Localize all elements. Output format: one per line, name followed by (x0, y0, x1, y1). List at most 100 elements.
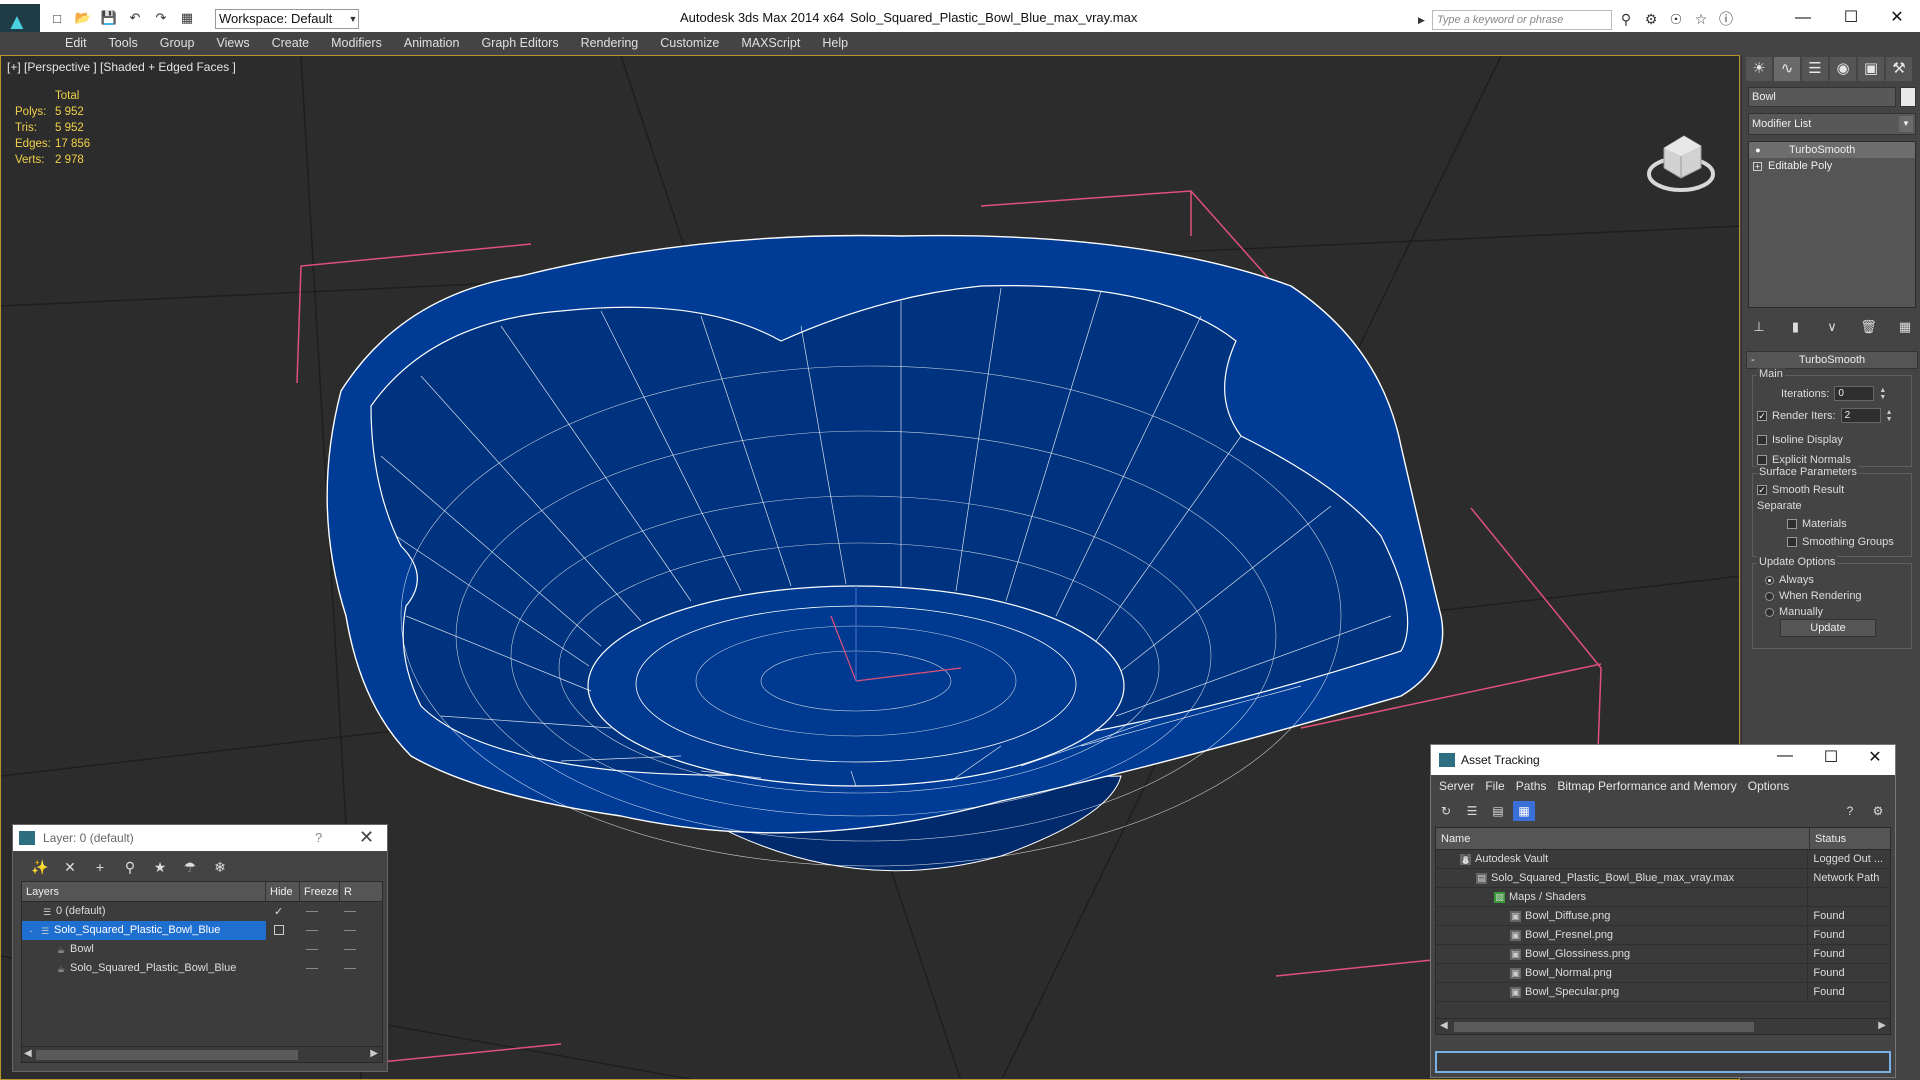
project-folder-icon[interactable]: ▦ (176, 8, 198, 28)
render-iters-checkbox[interactable]: ✓ (1757, 410, 1767, 421)
asset-row[interactable]: ▣ Bowl_Specular.png Found (1436, 983, 1890, 1002)
scroll-left-icon[interactable]: ◀ (24, 1048, 32, 1059)
asset-row[interactable]: ⛄ Autodesk Vault Logged Out ... (1436, 850, 1890, 869)
asset-row[interactable]: ▣ Bowl_Diffuse.png Found (1436, 907, 1890, 926)
asset-row[interactable]: ▣ Bowl_Glossiness.png Found (1436, 945, 1890, 964)
menu-customize[interactable]: Customize (650, 32, 731, 54)
hide-all-icon[interactable]: ☂ (179, 857, 201, 877)
help-icon[interactable]: ? (1839, 801, 1861, 821)
stack-item-turbosmooth[interactable]: ● TurboSmooth (1749, 142, 1915, 158)
layer-row[interactable]: ☕ Bowl (22, 940, 382, 959)
expand-plus-icon[interactable]: + (1753, 161, 1762, 171)
asset-menu-bitmap[interactable]: Bitmap Performance and Memory (1553, 775, 1743, 797)
column-header-name[interactable]: Name (1436, 828, 1810, 849)
layer-name-cell[interactable]: - ☰ Solo_Squared_Plastic_Bowl_Blue (22, 921, 266, 940)
minimize-button[interactable]: — (1780, 4, 1826, 32)
scrollbar-thumb[interactable] (1454, 1022, 1754, 1032)
menu-tools[interactable]: Tools (99, 32, 150, 54)
scroll-left-icon[interactable]: ◀ (1440, 1020, 1448, 1031)
layer-row[interactable]: - ☰ Solo_Squared_Plastic_Bowl_Blue (22, 921, 382, 940)
asset-menu-server[interactable]: Server (1435, 775, 1481, 797)
close-button[interactable]: ✕ (1874, 4, 1920, 32)
menu-animation[interactable]: Animation (394, 32, 472, 54)
always-radio[interactable] (1765, 575, 1774, 585)
modifier-list-select[interactable]: Modifier List ▼ (1748, 113, 1916, 135)
communication-icon[interactable]: ☉ (1666, 9, 1686, 29)
menu-maxscript[interactable]: MAXScript (731, 32, 812, 54)
viewcube-icon[interactable] (1647, 135, 1715, 192)
spinner-arrows-icon[interactable]: ▲ ▼ (1886, 409, 1894, 423)
materials-checkbox[interactable] (1787, 519, 1797, 529)
freeze-all-icon[interactable]: ❄ (209, 857, 231, 877)
collapse-minus-icon[interactable]: - (26, 926, 36, 936)
collapse-minus-icon[interactable]: - (1751, 352, 1755, 368)
column-header-freeze[interactable]: Freeze (300, 882, 340, 901)
menu-group[interactable]: Group (150, 32, 207, 54)
column-header-hide[interactable]: Hide (266, 882, 300, 901)
maximize-button[interactable]: ☐ (1811, 747, 1851, 767)
favorites-star-icon[interactable]: ☆ (1691, 9, 1711, 29)
asset-name-cell[interactable]: ▤ Solo_Squared_Plastic_Bowl_Blue_max_vray… (1436, 869, 1809, 887)
subscription-icon[interactable]: ⚙ (1641, 9, 1661, 29)
save-file-icon[interactable]: 💾 (98, 8, 120, 28)
help-icon[interactable]: ⓘ (1716, 9, 1736, 29)
hide-toggle[interactable] (306, 949, 318, 950)
asset-row[interactable]: ▣ Bowl_Fresnel.png Found (1436, 926, 1890, 945)
workspace-select[interactable]: Workspace: Default (215, 9, 359, 29)
scroll-right-icon[interactable]: ▶ (370, 1048, 378, 1059)
close-button[interactable]: ✕ (359, 827, 374, 848)
asset-path-field[interactable] (1435, 1051, 1891, 1073)
table-view-icon[interactable]: ▦ (1513, 801, 1535, 821)
manually-radio[interactable] (1765, 607, 1774, 617)
redo-icon[interactable]: ↷ (150, 8, 172, 28)
asset-row[interactable]: ▧ Maps / Shaders (1436, 888, 1890, 907)
explicit-normals-checkbox[interactable] (1757, 455, 1767, 465)
display-tab-icon[interactable]: ▣ (1858, 57, 1884, 81)
when-rendering-radio[interactable] (1765, 591, 1774, 601)
asset-name-cell[interactable]: ⛄ Autodesk Vault (1436, 850, 1809, 868)
asset-name-cell[interactable]: ▣ Bowl_Glossiness.png (1436, 945, 1809, 963)
current-layer-check-icon[interactable]: ✓ (274, 905, 283, 918)
column-header-layers[interactable]: Layers (22, 882, 266, 901)
object-name-field[interactable]: Bowl (1748, 87, 1896, 107)
configure-sets-icon[interactable]: ▦ (1894, 317, 1916, 337)
new-file-icon[interactable]: □ (46, 8, 68, 28)
horizontal-scrollbar[interactable]: ◀ ▶ (22, 1046, 382, 1062)
menu-graph-editors[interactable]: Graph Editors (471, 32, 570, 54)
smooth-result-checkbox[interactable]: ✓ (1757, 485, 1767, 495)
object-color-swatch[interactable] (1900, 87, 1916, 107)
select-in-layer-icon[interactable]: ⚲ (119, 857, 141, 877)
chevron-down-icon[interactable]: ▼ (1899, 116, 1913, 132)
scrollbar-thumb[interactable] (36, 1050, 298, 1060)
close-button[interactable]: ✕ (1855, 747, 1895, 767)
remove-modifier-icon[interactable]: 🗑 (1858, 317, 1880, 337)
layer-dialog-titlebar[interactable]: Layer: 0 (default) ? ✕ (13, 825, 387, 851)
stack-item-editable-poly[interactable]: + Editable Poly (1749, 158, 1915, 174)
menu-help[interactable]: Help (812, 32, 860, 54)
help-button[interactable]: ? (315, 830, 322, 845)
utilities-tab-icon[interactable]: ⚒ (1886, 57, 1912, 81)
lightbulb-icon[interactable]: ● (1753, 145, 1763, 155)
hide-toggle[interactable] (306, 911, 318, 912)
freeze-toggle[interactable] (344, 911, 356, 912)
asset-name-cell[interactable]: ▣ Bowl_Normal.png (1436, 964, 1809, 982)
maximize-button[interactable]: ☐ (1828, 4, 1874, 32)
freeze-toggle[interactable] (344, 930, 356, 931)
hierarchy-tab-icon[interactable]: ☰ (1802, 57, 1828, 81)
add-to-layer-icon[interactable]: + (89, 857, 111, 877)
new-layer-icon[interactable]: ✨ (29, 857, 51, 877)
layer-name-cell[interactable]: ☕ Solo_Squared_Plastic_Bowl_Blue (22, 959, 266, 978)
modify-tab-icon[interactable]: ∿ (1774, 57, 1800, 81)
spinner-arrows-icon[interactable]: ▲ ▼ (1879, 387, 1887, 401)
search-input[interactable]: Type a keyword or phrase (1432, 10, 1612, 30)
viewport-label[interactable]: [+] [Perspective ] [Shaded + Edged Faces… (7, 60, 236, 74)
asset-menu-paths[interactable]: Paths (1512, 775, 1554, 797)
menu-views[interactable]: Views (206, 32, 261, 54)
refresh-icon[interactable]: ↻ (1435, 801, 1457, 821)
binoculars-icon[interactable]: ⚲ (1616, 9, 1636, 29)
hide-toggle[interactable] (306, 968, 318, 969)
freeze-toggle[interactable] (344, 949, 356, 950)
create-tab-icon[interactable]: ☀ (1746, 57, 1772, 81)
iterations-spinner[interactable]: 0 (1834, 386, 1875, 401)
turbosmooth-rollout-header[interactable]: - TurboSmooth (1746, 351, 1918, 369)
